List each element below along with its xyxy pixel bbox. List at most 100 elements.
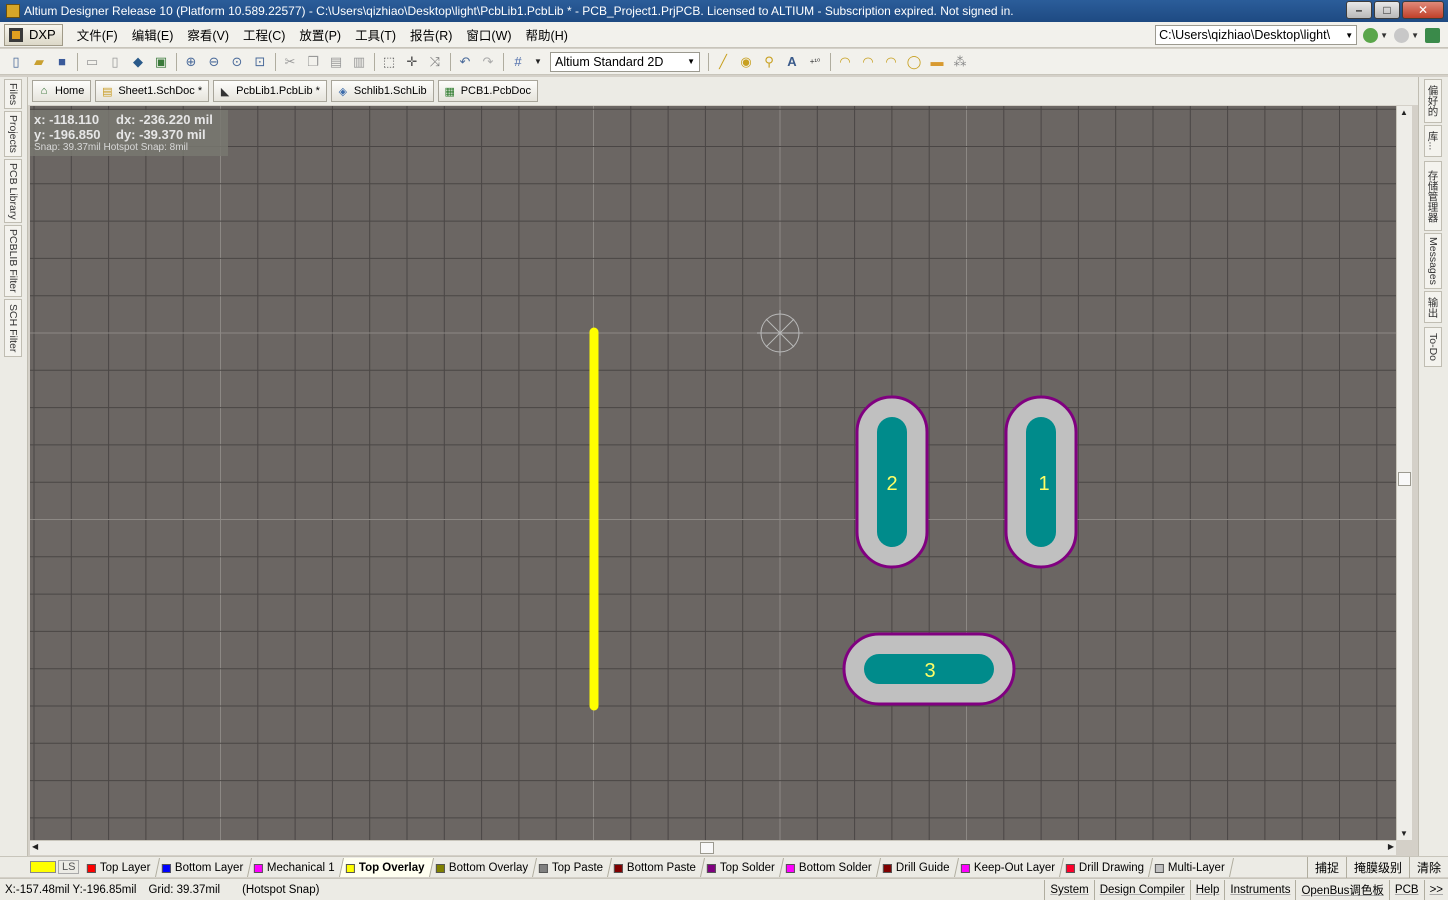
status-instruments-button[interactable]: Instruments — [1224, 880, 1295, 900]
panel-tab-todo[interactable]: To-Do — [1424, 327, 1442, 367]
chevron-down-icon[interactable]: ▼ — [1380, 31, 1388, 40]
vertical-scroll-thumb[interactable] — [1398, 472, 1411, 486]
scroll-down-icon[interactable]: ▼ — [1400, 829, 1408, 838]
panel-tab-files[interactable]: Files — [4, 79, 22, 109]
panel-tab-storage-manager[interactable]: 存储管理器 — [1424, 161, 1442, 231]
doc-tab-pcb1-pcbdoc[interactable]: ▦ PCB1.PcbDoc — [437, 80, 538, 102]
maximize-button[interactable]: □ — [1374, 1, 1400, 19]
panel-tab-pcblib-filter[interactable]: PCBLIB Filter — [4, 225, 22, 297]
back-icon[interactable] — [1363, 27, 1379, 43]
scroll-left-icon[interactable]: ◀ — [32, 842, 38, 851]
status-more-button[interactable]: >> — [1423, 880, 1448, 900]
print-icon[interactable]: ▭ — [84, 54, 100, 70]
board-icon[interactable]: ▣ — [153, 54, 169, 70]
menu-reports[interactable]: 报告(R) — [410, 25, 452, 44]
layer-tab-drill-drawing[interactable]: Drill Drawing — [1059, 857, 1154, 877]
arc-any-icon[interactable]: ◠ — [883, 54, 899, 70]
redo-icon[interactable]: ↷ — [480, 54, 496, 70]
save-icon[interactable]: ■ — [54, 54, 70, 70]
pcb-canvas-drawing[interactable]: 2 1 3 — [30, 106, 1396, 840]
layer-tab-top-solder[interactable]: Top Solder — [701, 857, 785, 877]
layer-tab-top-layer[interactable]: Top Layer — [81, 857, 161, 877]
horizontal-scrollbar[interactable]: ◀ ▶ — [30, 840, 1396, 855]
zoom-selection-icon[interactable]: ⊡ — [252, 54, 268, 70]
via-icon[interactable]: ⚲ — [761, 54, 777, 70]
doc-tab-sheet1-schdoc[interactable]: ▤ Sheet1.SchDoc * — [95, 80, 210, 102]
dxp-menu-button[interactable]: DXP — [4, 23, 63, 46]
copy-icon[interactable]: ❐ — [305, 54, 321, 70]
view-mode-combo[interactable]: Altium Standard 2D ▼ — [550, 51, 700, 72]
arc-center-icon[interactable]: ◠ — [837, 54, 853, 70]
layer-tab-bottom-solder[interactable]: Bottom Solder — [780, 857, 882, 877]
array-paste-icon[interactable]: ⁂ — [952, 54, 968, 70]
status-design-compiler-button[interactable]: Design Compiler — [1093, 880, 1190, 900]
status-pcb-button[interactable]: PCB — [1388, 880, 1424, 900]
arc-edge-icon[interactable]: ◠ — [860, 54, 876, 70]
panel-tab-sch-filter[interactable]: SCH Filter — [4, 299, 22, 357]
string-icon[interactable]: A — [784, 54, 800, 70]
menu-help[interactable]: 帮助(H) — [526, 25, 568, 44]
panel-tab-pcb-library[interactable]: PCB Library — [4, 159, 22, 223]
print-preview-icon[interactable]: ▯ — [107, 54, 123, 70]
vertical-scrollbar[interactable]: ▲ ▼ — [1396, 106, 1412, 840]
home-nav-icon[interactable] — [1425, 27, 1440, 43]
deselect-icon[interactable]: ⤨ — [427, 54, 443, 70]
panel-tab-messages[interactable]: Messages — [1424, 233, 1442, 289]
grid-icon[interactable]: # — [510, 54, 526, 70]
doc-tab-pcblib1[interactable]: ◣ PcbLib1.PcbLib * — [213, 80, 327, 102]
new-icon[interactable]: ▯ — [8, 54, 24, 70]
line-icon[interactable]: ╱ — [715, 54, 731, 70]
pad-2[interactable]: 2 — [855, 395, 929, 569]
mask-level-button[interactable]: 掩膜级别 — [1345, 857, 1409, 878]
status-system-button[interactable]: System — [1044, 880, 1093, 900]
paste-icon[interactable]: ▤ — [328, 54, 344, 70]
panel-tab-libraries[interactable]: 库... — [1424, 125, 1442, 157]
menu-tools[interactable]: 工具(T) — [355, 25, 396, 44]
zoom-fit-icon[interactable]: ⊙ — [229, 54, 245, 70]
snap-button[interactable]: 捕捉 — [1306, 857, 1346, 878]
forward-icon[interactable] — [1394, 27, 1410, 43]
doc-tab-schlib1[interactable]: ◈ Schlib1.SchLib — [330, 80, 434, 102]
panel-tab-output[interactable]: 输出 — [1424, 291, 1442, 323]
pad-1[interactable]: 1 — [1004, 395, 1078, 569]
fill-icon[interactable]: ▬ — [929, 54, 945, 70]
select-area-icon[interactable]: ⬚ — [381, 54, 397, 70]
zoom-in-icon[interactable]: ⊕ — [183, 54, 199, 70]
menu-window[interactable]: 窗口(W) — [466, 25, 511, 44]
pad-3[interactable]: 3 — [842, 632, 1016, 706]
open-icon[interactable]: ▰ — [31, 54, 47, 70]
close-button[interactable]: ✕ — [1402, 1, 1444, 19]
undo-icon[interactable]: ↶ — [457, 54, 473, 70]
layer-tab-drill-guide[interactable]: Drill Guide — [877, 857, 959, 877]
pcb-canvas[interactable]: 2 1 3 — [30, 106, 1396, 840]
horizontal-scroll-thumb[interactable] — [700, 842, 714, 854]
pad-icon[interactable]: ◉ — [738, 54, 754, 70]
move-icon[interactable]: ✛ — [404, 54, 420, 70]
chevron-down-icon[interactable]: ▼ — [533, 54, 543, 70]
doc-tab-home[interactable]: ⌂ Home — [32, 80, 92, 102]
layers-icon[interactable]: ◆ — [130, 54, 146, 70]
menu-view[interactable]: 察看(V) — [187, 25, 229, 44]
layer-tab-bottom-paste[interactable]: Bottom Paste — [608, 857, 706, 877]
minimize-button[interactable]: – — [1346, 1, 1372, 19]
layer-tab-bottom-overlay[interactable]: Bottom Overlay — [429, 857, 538, 877]
menu-place[interactable]: 放置(P) — [299, 25, 341, 44]
scroll-right-icon[interactable]: ▶ — [1388, 842, 1394, 851]
layer-tab-mechanical-1[interactable]: Mechanical 1 — [248, 857, 345, 877]
layer-tab-multi-layer[interactable]: Multi-Layer — [1149, 857, 1235, 877]
zoom-out-icon[interactable]: ⊖ — [206, 54, 222, 70]
cut-icon[interactable]: ✂ — [282, 54, 298, 70]
menu-file[interactable]: 文件(F) — [77, 25, 118, 44]
panel-tab-projects[interactable]: Projects — [4, 111, 22, 157]
menu-edit[interactable]: 编辑(E) — [132, 25, 174, 44]
layer-tab-top-paste[interactable]: Top Paste — [533, 857, 613, 877]
layer-set-button[interactable]: LS — [30, 860, 80, 874]
clear-button[interactable]: 清除 — [1408, 857, 1448, 878]
layer-tab-keep-out-layer[interactable]: Keep-Out Layer — [954, 857, 1064, 877]
document-path-combo[interactable]: C:\Users\qizhiao\Desktop\light\ ▼ — [1155, 25, 1358, 45]
layer-tab-bottom-layer[interactable]: Bottom Layer — [155, 857, 253, 877]
status-help-button[interactable]: Help — [1189, 880, 1225, 900]
coordinate-icon[interactable]: +¹⁰ — [807, 54, 823, 70]
panel-tab-favorites[interactable]: 偏好的 — [1424, 79, 1442, 123]
menu-project[interactable]: 工程(C) — [243, 25, 285, 44]
